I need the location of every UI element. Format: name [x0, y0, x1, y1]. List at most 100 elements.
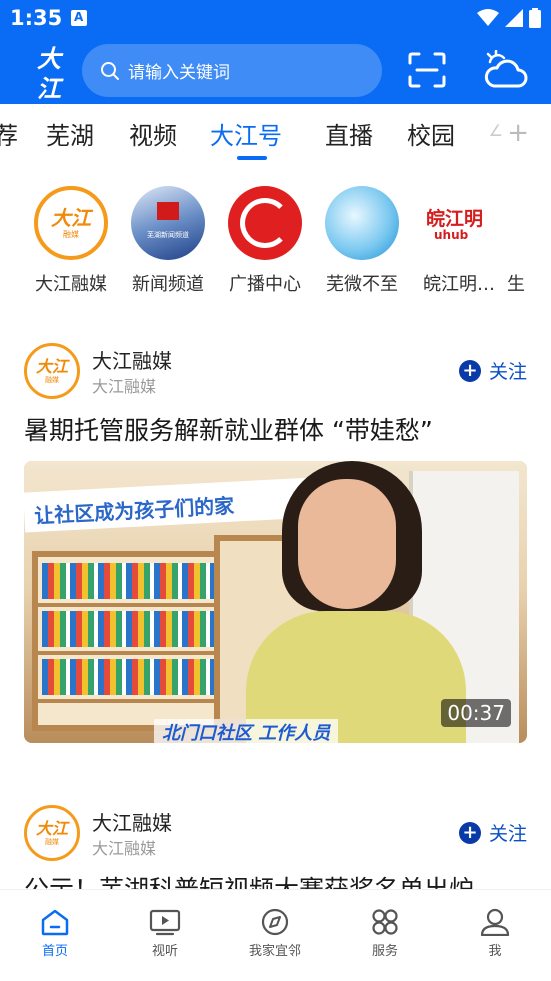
tab-live[interactable]: 直播 — [325, 116, 373, 151]
account-item[interactable]: 广播中心 — [216, 186, 314, 296]
tab-video[interactable]: 视频 — [129, 116, 177, 151]
thumb-books — [42, 659, 222, 695]
signal-icon — [505, 9, 523, 27]
author-name[interactable]: 大江融媒 — [92, 807, 172, 836]
nav-label: 视听 — [151, 944, 178, 959]
grid-icon — [372, 909, 398, 935]
avatar-logo-sub: 融媒 — [45, 375, 59, 384]
account-name: 芜微不至 — [326, 274, 398, 295]
account-name: 新闻频道 — [132, 274, 204, 295]
system-icons — [477, 8, 541, 28]
shelf-row — [38, 603, 226, 607]
top-bar: 1:35 大江 看看 请输入关键词 — [0, 0, 551, 122]
search-icon — [101, 61, 119, 80]
nav-label: 首页 — [41, 944, 68, 959]
search-box[interactable]: 请输入关键词 — [82, 44, 382, 97]
account-shortcuts: 大江 融媒 大江融媒 芜湖新闻频道 新闻频道 广播中心 芜微不至 皖江明 uhu… — [0, 186, 551, 306]
article-title: 公示！芜湖科普短视频大赛获奖名单出炉 — [24, 876, 527, 890]
bottom-nav: 首页 视听 我家宜邻 服务 我 — [0, 889, 551, 981]
tab-recommend[interactable]: 荐 — [0, 116, 18, 151]
home-icon — [41, 909, 69, 936]
follow-label: 关注 — [488, 823, 527, 845]
status-bar: 1:35 — [0, 0, 551, 38]
nav-neighbors[interactable]: 我家宜邻 — [220, 908, 330, 959]
shelf-row — [38, 651, 226, 655]
account-item[interactable]: 皖江明 uhub 皖江明… — [410, 186, 508, 296]
author-avatar[interactable]: 大江 融媒 — [24, 805, 80, 861]
follow-button[interactable]: + 关注 — [458, 357, 527, 384]
account-avatar: 芜湖新闻频道 — [131, 186, 205, 260]
tab-wuhu[interactable]: 芜湖 — [46, 116, 94, 151]
app-logo[interactable]: 大江 看看 — [26, 44, 72, 122]
account-avatar: 皖江明 uhub — [422, 186, 496, 260]
thumb-books — [42, 611, 222, 647]
avatar-logo-text: 大江 — [51, 205, 91, 230]
scan-icon[interactable] — [408, 52, 446, 88]
nav-services[interactable]: 服务 — [330, 908, 440, 959]
tab-campus[interactable]: 校园 — [407, 116, 455, 151]
account-avatar — [325, 186, 399, 260]
account-name: 皖江明… — [423, 274, 495, 295]
follow-button[interactable]: + 关注 — [458, 819, 527, 846]
follow-label: 关注 — [488, 361, 527, 383]
plus-icon: + — [458, 821, 481, 844]
app-header: 大江 看看 请输入关键词 — [0, 40, 551, 122]
account-name: 广播中心 — [229, 274, 301, 295]
author-subtitle: 大江融媒 — [92, 839, 157, 858]
avatar-logo-sub: uhub — [434, 228, 469, 242]
nav-label: 我家宜邻 — [248, 944, 301, 959]
avatar-logo-sub: 融媒 — [45, 837, 59, 846]
plus-icon: + — [458, 359, 481, 382]
radio-logo-mark — [240, 198, 290, 248]
thumb-person — [246, 461, 466, 743]
author-name[interactable]: 大江融媒 — [92, 345, 172, 374]
account-name: 生 — [507, 274, 525, 295]
avatar-logo-sub: 融媒 — [63, 229, 79, 239]
account-item[interactable]: 芜微不至 — [313, 186, 411, 296]
author-avatar[interactable]: 大江 融媒 — [24, 343, 80, 399]
thumb-caption: 北门口社区 工作人员 — [154, 719, 339, 743]
active-tab-indicator — [237, 156, 267, 160]
account-avatar: 大江 融媒 — [34, 186, 108, 260]
battery-icon — [529, 8, 541, 28]
account-item[interactable]: 生 — [507, 186, 547, 296]
account-name: 大江融媒 — [35, 274, 107, 295]
notification-a-icon — [71, 10, 87, 26]
author-subtitle: 大江融媒 — [92, 377, 157, 396]
category-tabs: 荐 芜湖 视频 大江号 直播 校园 — [0, 104, 551, 162]
feed-card[interactable]: 大江 融媒 大江融媒 大江融媒 + 关注 暑期托管服务解新就业群体 “带娃愁” … — [24, 343, 527, 745]
logo-line-1: 大江 — [37, 44, 61, 103]
video-icon — [149, 909, 181, 936]
thumb-books — [42, 563, 222, 599]
video-duration: 00:37 — [441, 699, 511, 727]
account-avatar — [228, 186, 302, 260]
tab-dajianghao[interactable]: 大江号 — [210, 116, 282, 151]
weather-icon[interactable] — [482, 50, 528, 90]
video-thumbnail[interactable]: 让社区成为孩子们的家 北门口社区 工作人员 00:37 — [24, 461, 527, 743]
shelf-row — [38, 699, 226, 703]
wifi-icon — [477, 9, 499, 26]
feed-card[interactable]: 大江 融媒 大江融媒 大江融媒 + 关注 — [24, 805, 527, 875]
article-title-clipped[interactable]: 公示！芜湖科普短视频大赛获奖名单出炉 — [24, 876, 527, 890]
user-icon — [480, 908, 510, 936]
account-item[interactable]: 大江 融媒 大江融媒 — [22, 186, 120, 296]
compass-icon — [261, 908, 289, 936]
search-placeholder: 请输入关键词 — [128, 63, 230, 83]
nav-media[interactable]: 视听 — [110, 908, 220, 959]
add-tab-icon[interactable]: + — [507, 118, 529, 148]
edit-tabs-icon[interactable]: ∠ — [489, 121, 503, 140]
thumb-bookshelf — [32, 551, 232, 731]
avatar-logo-text: 皖江明 — [426, 208, 484, 230]
account-item[interactable]: 芜湖新闻频道 新闻频道 — [119, 186, 217, 296]
thumb-face — [298, 479, 396, 609]
status-time: 1:35 — [10, 6, 63, 30]
nav-label: 我 — [488, 944, 502, 959]
news-logo-mark — [157, 202, 179, 220]
avatar-logo-text: 大江 — [35, 356, 68, 376]
avatar-logo-text: 大江 — [35, 818, 68, 838]
nav-me[interactable]: 我 — [440, 908, 550, 959]
nav-label: 服务 — [371, 944, 398, 959]
article-title[interactable]: 暑期托管服务解新就业群体 “带娃愁” — [24, 411, 433, 447]
nav-home[interactable]: 首页 — [0, 908, 110, 959]
avatar-logo-text: 芜湖新闻频道 — [147, 231, 189, 239]
